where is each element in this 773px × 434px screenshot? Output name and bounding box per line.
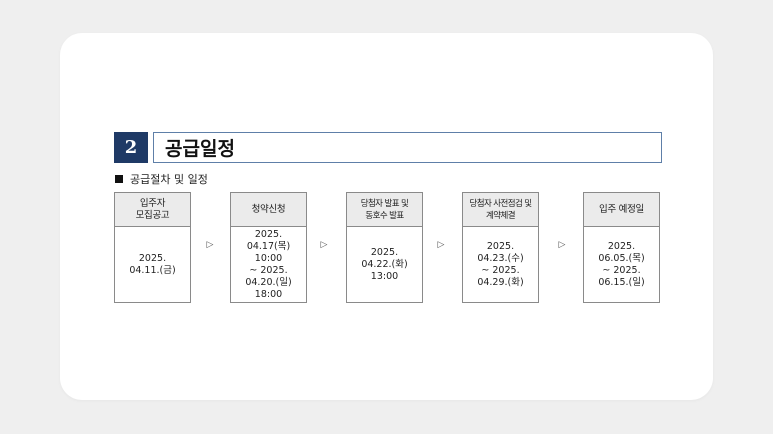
square-bullet-icon: [115, 175, 123, 183]
section-title: 공급일정: [153, 132, 662, 163]
step-winner-announcement: 당첨자 발표 및 동호수 발표 2025. 04.22.(화) 13:00: [346, 192, 423, 303]
arrow-right-icon: ▷: [558, 240, 566, 250]
step-date: 2025. 06.05.(목) ~ 2025. 06.15.(일): [598, 241, 645, 288]
step-date: 2025. 04.11.(금): [129, 253, 176, 276]
section-heading: 2 공급일정: [114, 132, 662, 163]
arrow-right-icon: ▷: [320, 240, 328, 250]
step-date: 2025. 04.17(목) 10:00 ~ 2025. 04.20.(일) 1…: [245, 229, 292, 300]
step-label: 청약신청: [231, 193, 306, 227]
section-subtitle-text: 공급절차 및 일정: [130, 173, 208, 186]
step-label: 입주 예정일: [584, 193, 659, 227]
step-label: 당첨자 사전점검 및 계약체결: [463, 193, 538, 227]
step-label: 입주자 모집공고: [115, 193, 190, 227]
step-label: 당첨자 발표 및 동호수 발표: [347, 193, 422, 227]
arrow-right-icon: ▷: [437, 240, 445, 250]
step-application: 청약신청 2025. 04.17(목) 10:00 ~ 2025. 04.20.…: [230, 192, 307, 303]
step-notice: 입주자 모집공고 2025. 04.11.(금): [114, 192, 191, 303]
step-date: 2025. 04.22.(화) 13:00: [361, 247, 408, 282]
arrow-right-icon: ▷: [206, 240, 214, 250]
step-move-in: 입주 예정일 2025. 06.05.(목) ~ 2025. 06.15.(일): [583, 192, 660, 303]
step-contract: 당첨자 사전점검 및 계약체결 2025. 04.23.(수) ~ 2025. …: [462, 192, 539, 303]
step-date: 2025. 04.23.(수) ~ 2025. 04.29.(화): [477, 241, 524, 288]
section-number-badge: 2: [114, 132, 148, 163]
section-subtitle: 공급절차 및 일정: [115, 171, 208, 187]
